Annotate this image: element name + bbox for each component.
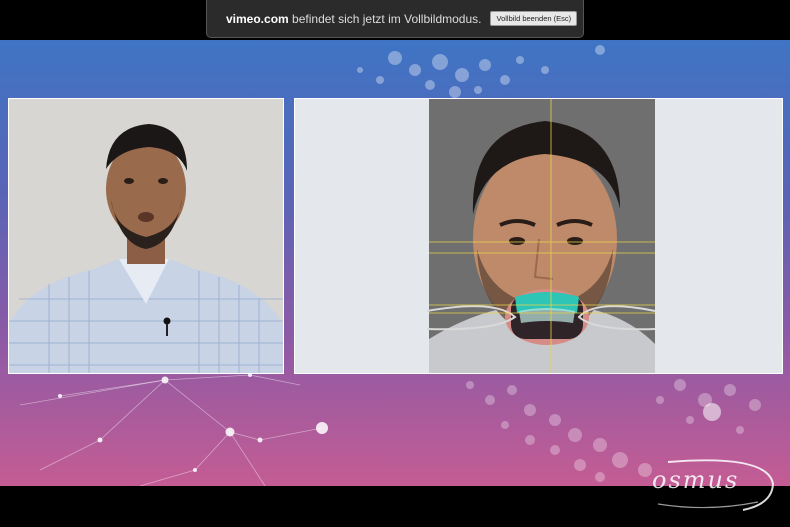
speaker-video-frame bbox=[8, 98, 284, 374]
fullscreen-notification: vimeo.com befindet sich jetzt im Vollbil… bbox=[206, 0, 584, 38]
speaker-image bbox=[9, 99, 283, 373]
facial-analysis-image bbox=[295, 99, 782, 373]
banner-message: befindet sich jetzt im Vollbildmodus. bbox=[292, 11, 482, 26]
facial-analysis-frame bbox=[294, 98, 783, 374]
exit-fullscreen-button[interactable]: Vollbild beenden (Esc) bbox=[490, 11, 578, 26]
logo-text: osmus bbox=[652, 466, 740, 494]
banner-domain: vimeo.com bbox=[226, 11, 289, 26]
